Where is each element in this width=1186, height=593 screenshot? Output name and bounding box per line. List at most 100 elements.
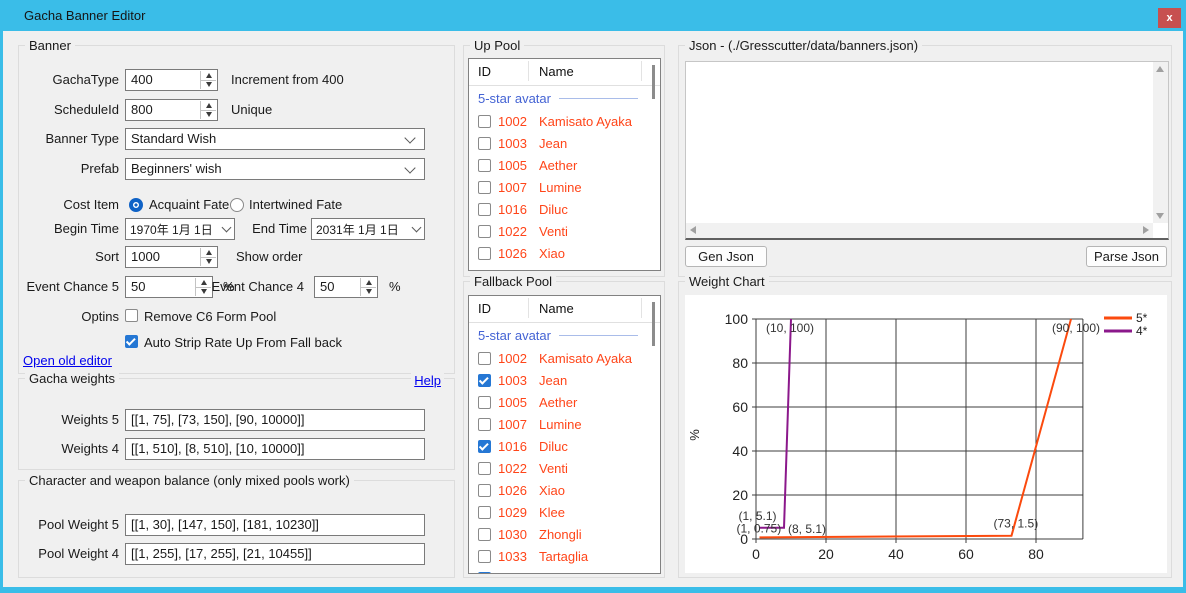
schedule-id-input[interactable]: 800 (125, 99, 218, 121)
row-checkbox[interactable] (478, 418, 491, 431)
close-button[interactable]: x (1158, 8, 1181, 28)
pool-row[interactable]: 1003Jean (469, 369, 660, 391)
json-vertical-scrollbar[interactable] (1153, 62, 1168, 223)
row-checkbox[interactable] (478, 550, 491, 563)
weight-chart-group-label: Weight Chart (685, 274, 769, 289)
pool-row[interactable]: 1002Kamisato Ayaka (469, 347, 660, 369)
row-name: Kamisato Ayaka (539, 351, 632, 366)
intertwined-fate-label: Intertwined Fate (249, 197, 342, 212)
pool-row[interactable]: 1007Lumine (469, 176, 660, 198)
row-id: 1022 (498, 224, 539, 239)
banner-group: Banner GachaType 400 Increment from 400 … (18, 45, 455, 374)
end-time-picker[interactable]: 2031年 1月 1日 (311, 218, 425, 240)
acquaint-fate-radio[interactable] (129, 198, 143, 212)
prefab-select[interactable]: Beginners' wish (125, 158, 425, 180)
pool-weight-4-input[interactable]: [[1, 255], [17, 255], [21, 10455]] (125, 543, 425, 565)
help-link[interactable]: Help (411, 373, 444, 388)
weights-4-input[interactable]: [[1, 510], [8, 510], [10, 10000]] (125, 438, 425, 460)
title-bar[interactable]: Gacha Banner Editor x (0, 0, 1186, 31)
pool-row[interactable]: 1026Xiao (469, 479, 660, 501)
json-group-label: Json - (./Gresscutter/data/banners.json) (685, 38, 922, 53)
pool-row[interactable]: 1030Zhongli (469, 523, 660, 545)
fallback-pool-scrollbar[interactable] (652, 302, 655, 346)
pool-row[interactable]: 1005Aether (469, 154, 660, 176)
row-checkbox[interactable] (478, 181, 491, 194)
auto-strip-checkbox[interactable] (125, 335, 138, 348)
begin-time-picker[interactable]: 1970年 1月 1日 (125, 218, 235, 240)
pool-row[interactable]: 1022Venti (469, 220, 660, 242)
row-name: Aether (539, 395, 577, 410)
row-checkbox[interactable] (478, 440, 491, 453)
sort-input[interactable]: 1000 (125, 246, 218, 268)
balance-group-label: Character and weapon balance (only mixed… (25, 473, 354, 488)
gacha-type-input[interactable]: 400 (125, 69, 218, 91)
chart-y-tick-label: 100 (725, 311, 749, 327)
check-icon (126, 336, 136, 346)
intertwined-fate-radio[interactable] (230, 198, 244, 212)
pool-row[interactable]: 1029Klee (469, 501, 660, 523)
pool-row[interactable]: 1026Xiao (469, 242, 660, 264)
json-horizontal-scrollbar[interactable] (686, 223, 1153, 238)
pool-row[interactable]: 1005Aether (469, 391, 660, 413)
gacha-type-stepper[interactable] (200, 71, 216, 89)
chart-x-tick-label: 20 (818, 546, 834, 562)
column-header-name[interactable]: Name (539, 64, 574, 79)
row-checkbox[interactable] (478, 225, 491, 238)
schedule-id-hint: Unique (231, 102, 272, 117)
row-checkbox[interactable] (478, 506, 491, 519)
column-header-id[interactable]: ID (478, 301, 491, 316)
up-pool-group: Up Pool ID Name 5-star avatar 1002Kamisa… (463, 45, 665, 277)
column-header-id[interactable]: ID (478, 64, 491, 79)
open-old-editor-link[interactable]: Open old editor (23, 353, 112, 368)
row-id: 1007 (498, 417, 539, 432)
pool-weight-5-input[interactable]: [[1, 30], [147, 150], [181, 10230]] (125, 514, 425, 536)
row-checkbox[interactable] (478, 115, 491, 128)
event-chance-4-input[interactable]: 50 (314, 276, 378, 298)
gacha-type-label: GachaType (19, 72, 119, 87)
up-pool-rows: 1002Kamisato Ayaka1003Jean1005Aether1007… (469, 110, 660, 264)
fallback-pool-list: ID Name 5-star avatar 1002Kamisato Ayaka… (468, 295, 661, 574)
row-id: 1003 (498, 373, 539, 388)
pool-row[interactable]: 1016Diluc (469, 198, 660, 220)
row-checkbox[interactable] (478, 462, 491, 475)
sort-stepper[interactable] (200, 248, 216, 266)
legend-label: 4* (1136, 324, 1148, 338)
row-checkbox[interactable] (478, 374, 491, 387)
event-chance-4-stepper[interactable] (360, 278, 376, 296)
gen-json-button[interactable]: Gen Json (685, 246, 767, 267)
pool-row[interactable]: 1035Qiqi (469, 567, 660, 574)
event-chance-5-input[interactable]: 50 (125, 276, 213, 298)
row-checkbox[interactable] (478, 247, 491, 260)
row-checkbox[interactable] (478, 137, 491, 150)
weights-5-input[interactable]: [[1, 75], [73, 150], [90, 10000]] (125, 409, 425, 431)
gacha-type-value: 400 (131, 72, 153, 87)
remove-c6-checkbox[interactable] (125, 309, 138, 322)
row-checkbox[interactable] (478, 396, 491, 409)
pool-weight-5-value: [[1, 30], [147, 150], [181, 10230]] (131, 517, 319, 532)
sort-row: Sort 1000 Show order (19, 246, 456, 268)
pool-row[interactable]: 1033Tartaglia (469, 545, 660, 567)
pool-row[interactable]: 1016Diluc (469, 435, 660, 457)
pool-row[interactable]: 1002Kamisato Ayaka (469, 110, 660, 132)
pool-row[interactable]: 1022Venti (469, 457, 660, 479)
column-header-name[interactable]: Name (539, 301, 574, 316)
row-checkbox[interactable] (478, 159, 491, 172)
json-textarea[interactable] (685, 61, 1169, 240)
row-checkbox[interactable] (478, 203, 491, 216)
row-checkbox[interactable] (478, 352, 491, 365)
row-id: 1026 (498, 483, 539, 498)
schedule-id-value: 800 (131, 102, 153, 117)
row-checkbox[interactable] (478, 528, 491, 541)
parse-json-button[interactable]: Parse Json (1086, 246, 1167, 267)
row-checkbox[interactable] (478, 484, 491, 497)
prefab-value: Beginners' wish (131, 161, 222, 176)
up-pool-scrollbar[interactable] (652, 65, 655, 99)
banner-type-select[interactable]: Standard Wish (125, 128, 425, 150)
row-checkbox[interactable] (478, 572, 491, 575)
chart-annotation: (8, 5.1) (788, 522, 826, 536)
pool-row[interactable]: 1003Jean (469, 132, 660, 154)
pool-row[interactable]: 1007Lumine (469, 413, 660, 435)
schedule-id-stepper[interactable] (200, 101, 216, 119)
banner-type-value: Standard Wish (131, 131, 216, 146)
schedule-id-label: ScheduleId (19, 102, 119, 117)
